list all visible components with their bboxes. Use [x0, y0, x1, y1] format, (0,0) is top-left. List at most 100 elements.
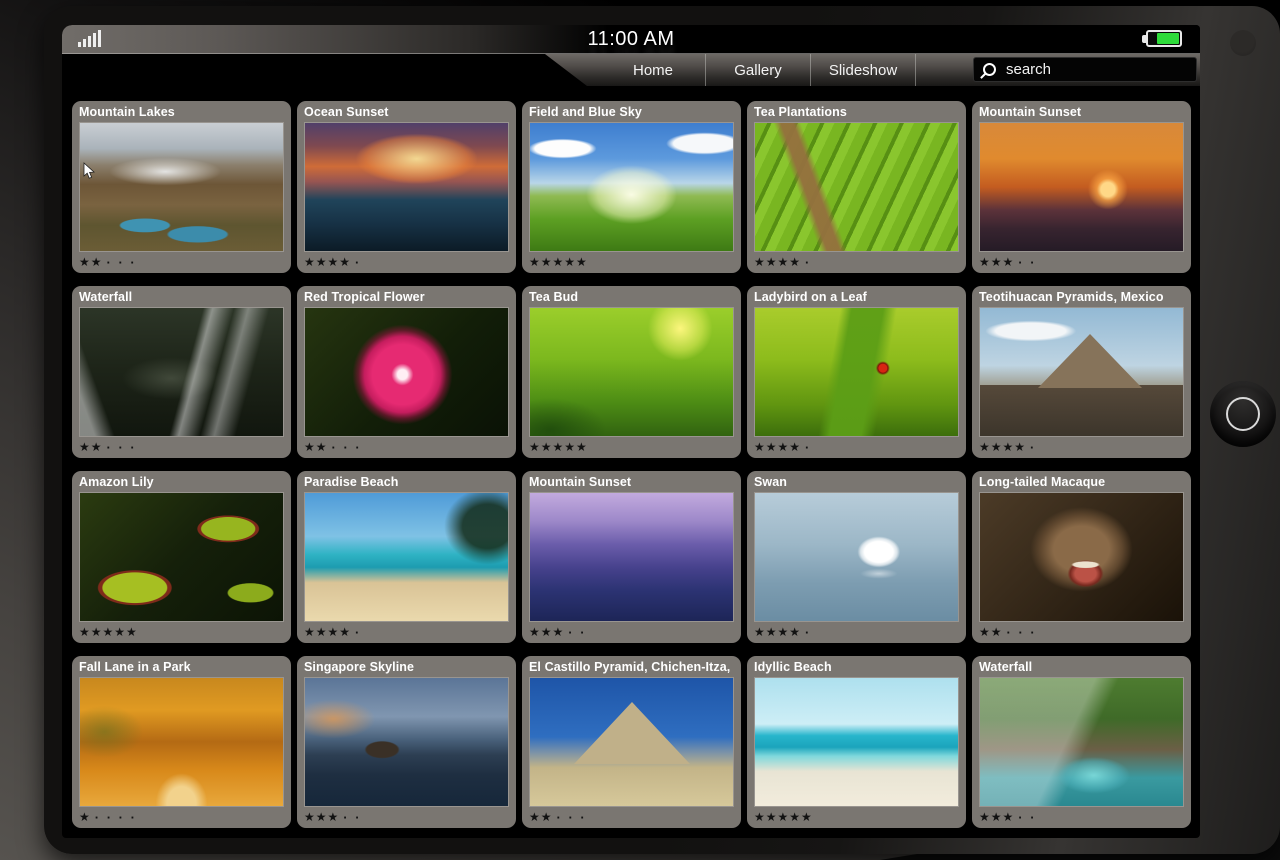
star-rating: ★★★★ · — [754, 622, 959, 642]
photo-card[interactable]: Idyllic Beach ★★★★★ — [747, 656, 966, 828]
nav-bar: Home Gallery Slideshow — [62, 54, 1200, 86]
search-input[interactable] — [1004, 60, 1178, 79]
photo-thumbnail[interactable] — [79, 677, 284, 807]
photo-card[interactable]: Singapore Skyline ★★★ · · — [297, 656, 516, 828]
empty-star-dots: · · · — [107, 255, 137, 270]
photo-title: Mountain Lakes — [79, 103, 284, 122]
empty-star-dots: · — [805, 440, 811, 455]
filled-stars: ★★ — [529, 810, 553, 824]
photo-title: Waterfall — [79, 288, 284, 307]
photo-card[interactable]: Tea Plantations ★★★★ · — [747, 101, 966, 273]
empty-star-dots: · · · — [107, 440, 137, 455]
photo-thumbnail[interactable] — [754, 677, 959, 807]
photo-thumbnail[interactable] — [79, 122, 284, 252]
photo-thumbnail[interactable] — [304, 122, 509, 252]
search-icon — [983, 63, 996, 76]
photo-card[interactable]: Teotihuacan Pyramids, Mexico ★★★★ · — [972, 286, 1191, 458]
photo-card[interactable]: Long-tailed Macaque ★★ · · · — [972, 471, 1191, 643]
photo-thumbnail[interactable] — [304, 677, 509, 807]
photo-thumbnail[interactable] — [754, 492, 959, 622]
photo-thumbnail[interactable] — [754, 122, 959, 252]
photo-thumbnail[interactable] — [529, 677, 734, 807]
photo-thumbnail[interactable] — [979, 492, 1184, 622]
filled-stars: ★★★ — [979, 255, 1014, 269]
photo-card[interactable]: Paradise Beach ★★★★ · — [297, 471, 516, 643]
photo-card[interactable]: Amazon Lily ★★★★★ — [72, 471, 291, 643]
photo-title: Ladybird on a Leaf — [754, 288, 959, 307]
photo-card[interactable]: Fall Lane in a Park ★ · · · · — [72, 656, 291, 828]
filled-stars: ★★ — [79, 255, 103, 269]
photo-card[interactable]: Ocean Sunset ★★★★ · — [297, 101, 516, 273]
home-button-ring-icon — [1226, 397, 1260, 431]
photo-thumbnail[interactable] — [79, 492, 284, 622]
photo-card[interactable]: Waterfall ★★★ · · — [972, 656, 1191, 828]
filled-stars: ★★★ — [979, 810, 1014, 824]
status-bar: 11:00 AM — [62, 25, 1200, 54]
filled-stars: ★★★★ — [979, 440, 1026, 454]
star-rating: ★ · · · · — [79, 807, 284, 827]
photo-thumbnail[interactable] — [304, 492, 509, 622]
photo-title: Fall Lane in a Park — [79, 658, 284, 677]
home-button[interactable] — [1210, 381, 1276, 447]
photo-thumbnail[interactable] — [304, 307, 509, 437]
photo-title: Tea Bud — [529, 288, 734, 307]
filled-stars: ★★★★ — [754, 440, 801, 454]
photo-thumbnail[interactable] — [979, 122, 1184, 252]
empty-star-dots: · · · — [332, 440, 362, 455]
star-rating: ★★ · · · — [979, 622, 1184, 642]
tab-home[interactable]: Home — [601, 54, 706, 86]
star-rating: ★★★ · · — [979, 807, 1184, 827]
photo-title: Waterfall — [979, 658, 1184, 677]
filled-stars: ★★★★★ — [529, 440, 588, 454]
empty-star-dots: · — [355, 255, 361, 270]
photo-card[interactable]: El Castillo Pyramid, Chichen-Itza, Mexic… — [522, 656, 741, 828]
photo-card[interactable]: Tea Bud ★★★★★ — [522, 286, 741, 458]
tablet-body: 11:00 AM Home Gallery Slideshow Mountain… — [44, 6, 1280, 854]
photo-thumbnail[interactable] — [979, 307, 1184, 437]
star-rating: ★★★ · · — [304, 807, 509, 827]
photo-card[interactable]: Field and Blue Sky ★★★★★ — [522, 101, 741, 273]
filled-stars: ★★★★★ — [529, 255, 588, 269]
filled-stars: ★ — [79, 810, 91, 824]
photo-thumbnail[interactable] — [529, 492, 734, 622]
empty-star-dots: · — [805, 625, 811, 640]
photo-card[interactable]: Swan ★★★★ · — [747, 471, 966, 643]
empty-star-dots: · · — [1018, 810, 1036, 825]
photo-title: Singapore Skyline — [304, 658, 509, 677]
photo-thumbnail[interactable] — [979, 677, 1184, 807]
photo-card[interactable]: Mountain Sunset ★★★ · · — [522, 471, 741, 643]
filled-stars: ★★★★ — [754, 255, 801, 269]
photo-card[interactable]: Waterfall ★★ · · · — [72, 286, 291, 458]
filled-stars: ★★★★ — [304, 625, 351, 639]
tab-slideshow[interactable]: Slideshow — [811, 54, 916, 86]
front-camera-icon — [1230, 30, 1256, 56]
photo-thumbnail[interactable] — [79, 307, 284, 437]
star-rating: ★★★ · · — [979, 252, 1184, 272]
star-rating: ★★ · · · — [304, 437, 509, 457]
photo-title: Amazon Lily — [79, 473, 284, 492]
filled-stars: ★★★★ — [754, 625, 801, 639]
search-box[interactable] — [973, 57, 1197, 82]
photo-card[interactable]: Mountain Lakes ★★ · · · — [72, 101, 291, 273]
empty-star-dots: · · · — [557, 810, 587, 825]
photo-grid: Mountain Lakes ★★ · · · Ocean Sunset ★★★… — [62, 86, 1200, 828]
photo-card[interactable]: Mountain Sunset ★★★ · · — [972, 101, 1191, 273]
star-rating: ★★★★ · — [754, 437, 959, 457]
photo-title: Paradise Beach — [304, 473, 509, 492]
photo-title: Ocean Sunset — [304, 103, 509, 122]
filled-stars: ★★★★★ — [754, 810, 813, 824]
battery-icon — [1142, 30, 1182, 47]
tab-gallery[interactable]: Gallery — [706, 54, 811, 86]
star-rating: ★★ · · · — [79, 252, 284, 272]
photo-thumbnail[interactable] — [754, 307, 959, 437]
star-rating: ★★★★ · — [754, 252, 959, 272]
empty-star-dots: · — [1030, 440, 1036, 455]
filled-stars: ★★ — [304, 440, 328, 454]
star-rating: ★★★★ · — [304, 252, 509, 272]
photo-card[interactable]: Ladybird on a Leaf ★★★★ · — [747, 286, 966, 458]
photo-thumbnail[interactable] — [529, 122, 734, 252]
photo-thumbnail[interactable] — [529, 307, 734, 437]
photo-title: Mountain Sunset — [979, 103, 1184, 122]
empty-star-dots: · · — [343, 810, 361, 825]
photo-card[interactable]: Red Tropical Flower ★★ · · · — [297, 286, 516, 458]
